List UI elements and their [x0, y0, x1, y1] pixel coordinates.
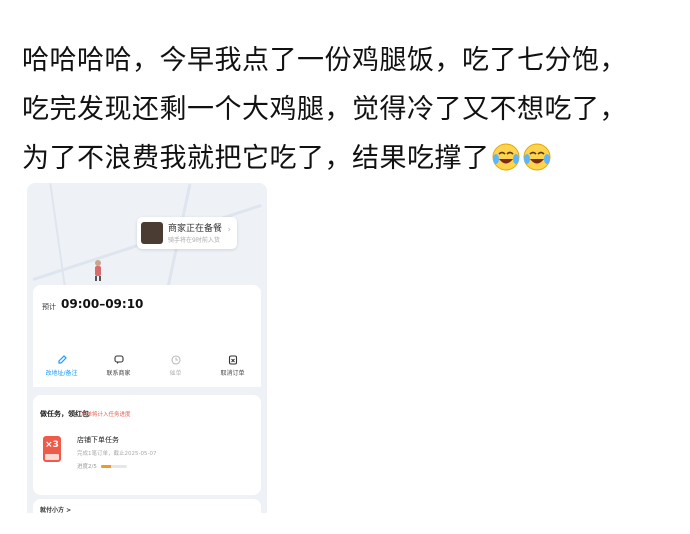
clock-icon	[170, 355, 181, 365]
merchant-status-pill[interactable]: 商家正在备餐 骑手将在9时前入货 ›	[137, 217, 237, 249]
task-progress: 进度2/5	[77, 462, 127, 470]
action-label: 改地址/备注	[45, 370, 78, 377]
laughing-crying-emoji-icon	[523, 143, 550, 171]
post-line-3-text: 为了不浪费我就把它吃了，结果吃撑了	[22, 143, 490, 174]
edit-icon	[57, 355, 67, 364]
map-road	[49, 183, 67, 293]
task-name[interactable]: 店铺下单任务	[77, 435, 119, 445]
cancel-icon	[228, 355, 237, 365]
task-hint: 本单将计入任务进度	[81, 412, 131, 418]
action-label: 取消订单	[220, 370, 245, 377]
footer-card[interactable]: 就付小方 >	[33, 499, 261, 513]
order-actions: 改地址/备注 联系商家 催单 取消订单	[33, 345, 261, 387]
progress-fill	[100, 464, 112, 468]
post-line-2: 吃完发现还剩一个大鸡腿，觉得冷了又不想吃了，	[22, 94, 627, 125]
cancel-order-button[interactable]: 取消订单	[208, 355, 258, 377]
chevron-right-icon: ›	[227, 225, 231, 235]
contact-merchant-button[interactable]: 联系商家	[94, 355, 144, 377]
eta-card: 预计 09:00–09:10	[33, 285, 261, 345]
status-title: 商家正在备餐	[168, 224, 223, 234]
progress-label: 进度2/5	[77, 464, 97, 470]
post-text: 哈哈哈哈，今早我点了一份鸡腿饭，吃了七分饱， 吃完发现还剩一个大鸡腿，觉得冷了又…	[22, 36, 672, 183]
action-label: 联系商家	[106, 370, 131, 377]
chat-icon	[113, 355, 124, 364]
task-badge: ×3	[43, 436, 61, 462]
badge-footer	[45, 454, 59, 460]
urge-order-button[interactable]: 催单	[151, 355, 201, 377]
eta-label: 预计	[42, 303, 56, 311]
progress-track	[100, 464, 127, 468]
post-line-3: 为了不浪费我就把它吃了，结果吃撑了	[22, 134, 672, 183]
shop-logo	[141, 222, 163, 244]
eta-time: 09:00–09:10	[61, 297, 144, 311]
edit-address-button[interactable]: 改地址/备注	[37, 355, 87, 377]
action-label: 催单	[169, 370, 182, 377]
rider-marker-icon	[95, 260, 101, 281]
task-card: 做任务，领红包 本单将计入任务进度 ×3 店铺下单任务 完成1笔订单，截止202…	[33, 395, 261, 495]
post-line-1: 哈哈哈哈，今早我点了一份鸡腿饭，吃了七分饱，	[22, 45, 627, 76]
laughing-crying-emoji-icon	[492, 143, 519, 171]
status-subtitle: 骑手将在9时前入货	[168, 237, 220, 244]
footer-label: 就付小方 >	[40, 507, 72, 513]
order-screenshot: 商家正在备餐 骑手将在9时前入货 › 预计 09:00–09:10 改地址/备注…	[27, 183, 267, 513]
task-meta: 完成1笔订单，截止2025-05-07	[77, 451, 157, 457]
badge-count: ×3	[45, 440, 59, 450]
